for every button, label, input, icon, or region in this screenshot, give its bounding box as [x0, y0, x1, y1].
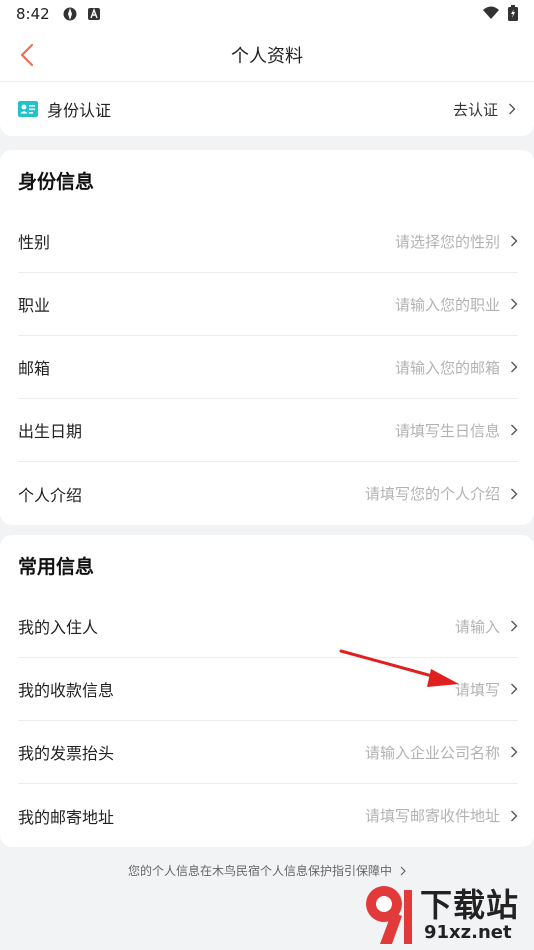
page-title: 个人资料 — [231, 45, 303, 67]
sync-icon — [62, 6, 78, 22]
birthday-label: 出生日期 — [18, 422, 83, 441]
guests-label: 我的入住人 — [18, 618, 99, 637]
gender-placeholder: 请选择您的性别 — [394, 232, 500, 251]
occupation-label: 职业 — [18, 296, 51, 315]
chevron-right-icon — [511, 620, 518, 632]
privacy-guide-text: 您的个人信息在木鸟民宿个人信息保护指引保障中 — [127, 864, 392, 878]
go-verify-link[interactable]: 去认证 — [453, 99, 516, 120]
gender-row[interactable]: 性别 请选择您的性别 — [18, 210, 518, 273]
occupation-placeholder: 请输入您的职业 — [394, 295, 500, 314]
email-label: 邮箱 — [18, 359, 51, 378]
chevron-right-icon — [511, 235, 518, 247]
privacy-guide-link[interactable]: 您的个人信息在木鸟民宿个人信息保护指引保障中 — [0, 862, 534, 879]
chevron-right-icon — [400, 866, 406, 876]
go-verify-label: 去认证 — [452, 100, 498, 119]
email-row[interactable]: 邮箱 请输入您的邮箱 — [18, 336, 518, 399]
id-card-icon — [18, 101, 38, 117]
common-info-card: 常用信息 我的入住人 请输入 我的收款信息 请填写 我的发票抬头 请输入企业公司… — [0, 535, 534, 847]
mailing-address-label: 我的邮寄地址 — [18, 807, 115, 827]
watermark: 下载站 91xz.net — [362, 878, 532, 948]
battery-icon — [508, 5, 518, 25]
status-bar: 8:42 — [0, 0, 534, 28]
guests-placeholder: 请输入 — [454, 617, 500, 636]
birthday-placeholder: 请填写生日信息 — [394, 421, 500, 440]
back-button[interactable] — [12, 40, 42, 70]
invoice-title-label: 我的发票抬头 — [18, 744, 115, 763]
invoice-title-placeholder: 请输入企业公司名称 — [364, 743, 500, 762]
chevron-right-icon — [511, 361, 518, 373]
bio-placeholder: 请填写您的个人介绍 — [364, 485, 500, 503]
common-info-title: 常用信息 — [18, 556, 95, 578]
chevron-right-icon — [511, 424, 518, 436]
watermark-brand: 下载站 — [420, 886, 520, 924]
watermark-logo-icon — [366, 886, 412, 944]
nav-bar: 个人资料 — [0, 28, 534, 82]
email-placeholder: 请输入您的邮箱 — [394, 358, 500, 377]
chevron-right-icon — [511, 746, 518, 758]
chevron-right-icon — [511, 488, 518, 499]
occupation-row[interactable]: 职业 请输入您的职业 — [18, 273, 518, 336]
identity-info-card: 身份信息 性别 请选择您的性别 职业 请输入您的职业 邮箱 请输入您的邮箱 出生… — [0, 150, 534, 525]
identity-verification-label: 身份认证 — [47, 101, 112, 120]
status-time: 8:42 — [16, 5, 50, 23]
chevron-right-icon — [511, 810, 518, 821]
mailing-address-row[interactable]: 我的邮寄地址 请填写邮寄收件地址 — [18, 784, 518, 847]
payment-info-label: 我的收款信息 — [18, 681, 115, 700]
bio-label: 个人介绍 — [18, 485, 83, 505]
identity-verification-row[interactable]: 身份认证 去认证 — [0, 82, 534, 136]
chevron-right-icon — [511, 683, 518, 695]
bio-row[interactable]: 个人介绍 请填写您的个人介绍 — [18, 462, 518, 525]
annotation-arrow — [339, 649, 459, 687]
chevron-left-icon — [20, 43, 34, 67]
gender-label: 性别 — [18, 233, 51, 252]
chevron-right-icon — [509, 103, 516, 115]
watermark-url: 91xz.net — [424, 922, 512, 943]
wifi-icon — [482, 6, 500, 24]
app-notification-icon — [86, 6, 102, 22]
identity-info-title: 身份信息 — [18, 171, 95, 193]
birthday-row[interactable]: 出生日期 请填写生日信息 — [18, 399, 518, 462]
invoice-title-row[interactable]: 我的发票抬头 请输入企业公司名称 — [18, 721, 518, 784]
mailing-address-placeholder: 请填写邮寄收件地址 — [364, 807, 500, 825]
chevron-right-icon — [511, 298, 518, 310]
